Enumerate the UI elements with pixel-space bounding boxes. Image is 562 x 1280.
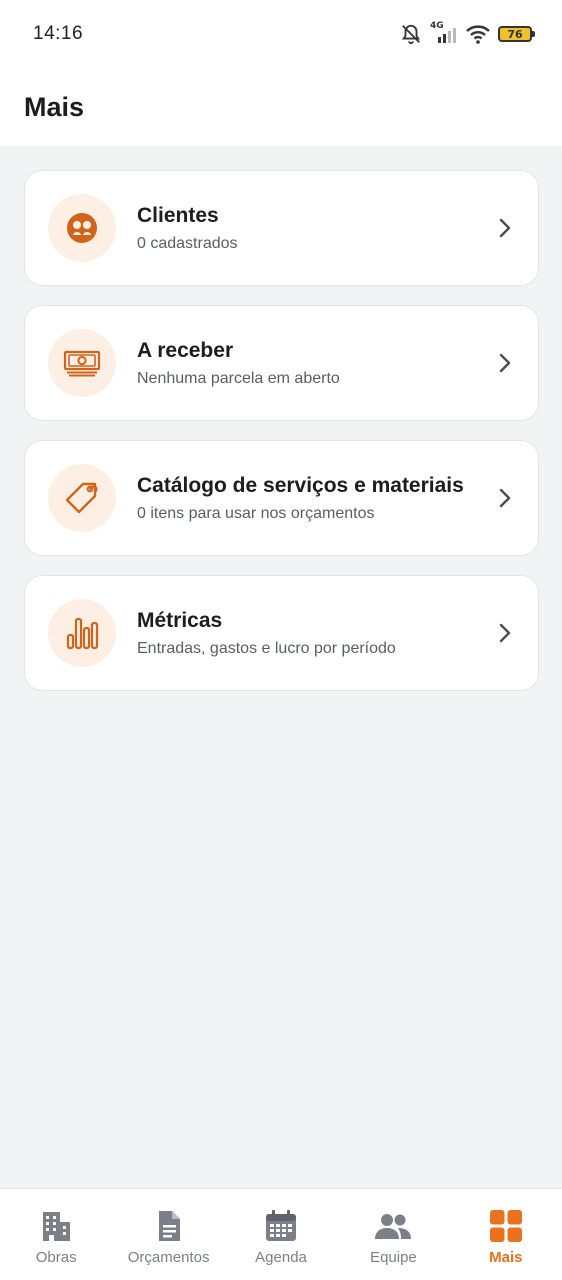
nav-item-equipe[interactable]: Equipe [337,1189,449,1280]
clients-icon [48,194,116,262]
nav-label: Obras [35,1249,77,1266]
chevron-right-icon [499,218,511,238]
menu-item-subtitle: Nenhuma parcela em aberto [137,369,340,387]
nav-item-mais[interactable]: Mais [450,1189,562,1280]
menu-item-title: Métricas [137,609,223,633]
bar-chart-icon [48,599,116,667]
chevron-right-icon [499,623,511,643]
bell-off-icon [401,24,421,45]
page-title: Mais [24,91,85,122]
status-bar: 14:16 4G 76 [0,0,562,68]
menu-list: Clientes 0 cadastrados A receber Nenhuma… [24,170,539,710]
nav-label: Mais [489,1249,523,1266]
menu-item-catalogo[interactable]: Catálogo de serviços e materiais 0 itens… [24,440,539,556]
menu-item-subtitle: Entradas, gastos e lucro por período [137,639,396,657]
team-icon [375,1214,412,1239]
page-header: Mais [0,68,562,146]
calendar-icon [266,1210,297,1241]
menu-item-metricas[interactable]: Métricas Entradas, gastos e lucro por pe… [24,575,539,691]
menu-item-subtitle: 0 cadastrados [137,234,238,252]
bottom-nav: Obras Orçamentos Agenda Equipe Mais [0,1188,562,1280]
money-icon [48,329,116,397]
menu-item-clientes[interactable]: Clientes 0 cadastrados [24,170,539,286]
signal-icon [438,28,456,43]
tag-icon [48,464,116,532]
menu-item-a-receber[interactable]: A receber Nenhuma parcela em aberto [24,305,539,421]
nav-item-agenda[interactable]: Agenda [225,1189,337,1280]
menu-item-title: A receber [137,339,234,363]
chevron-right-icon [499,488,511,508]
menu-item-subtitle: 0 itens para usar nos orçamentos [137,504,375,522]
document-icon [158,1211,180,1241]
chevron-right-icon [499,353,511,373]
nav-label: Agenda [255,1249,307,1266]
building-icon [43,1212,71,1241]
menu-item-title: Catálogo de serviços e materiais [137,474,464,498]
nav-item-obras[interactable]: Obras [0,1189,112,1280]
nav-label: Orçamentos [127,1249,210,1266]
wifi-icon [466,25,490,44]
battery-level: 76 [507,27,523,41]
status-time: 14:16 [33,23,84,44]
signal-indicator: 4G [430,21,458,45]
grid-icon [489,1210,522,1242]
battery-icon: 76 [498,26,535,42]
nav-label: Equipe [370,1249,417,1266]
nav-item-orcamentos[interactable]: Orçamentos [112,1189,224,1280]
status-icons: 4G 76 [400,21,535,45]
menu-item-title: Clientes [137,204,219,228]
